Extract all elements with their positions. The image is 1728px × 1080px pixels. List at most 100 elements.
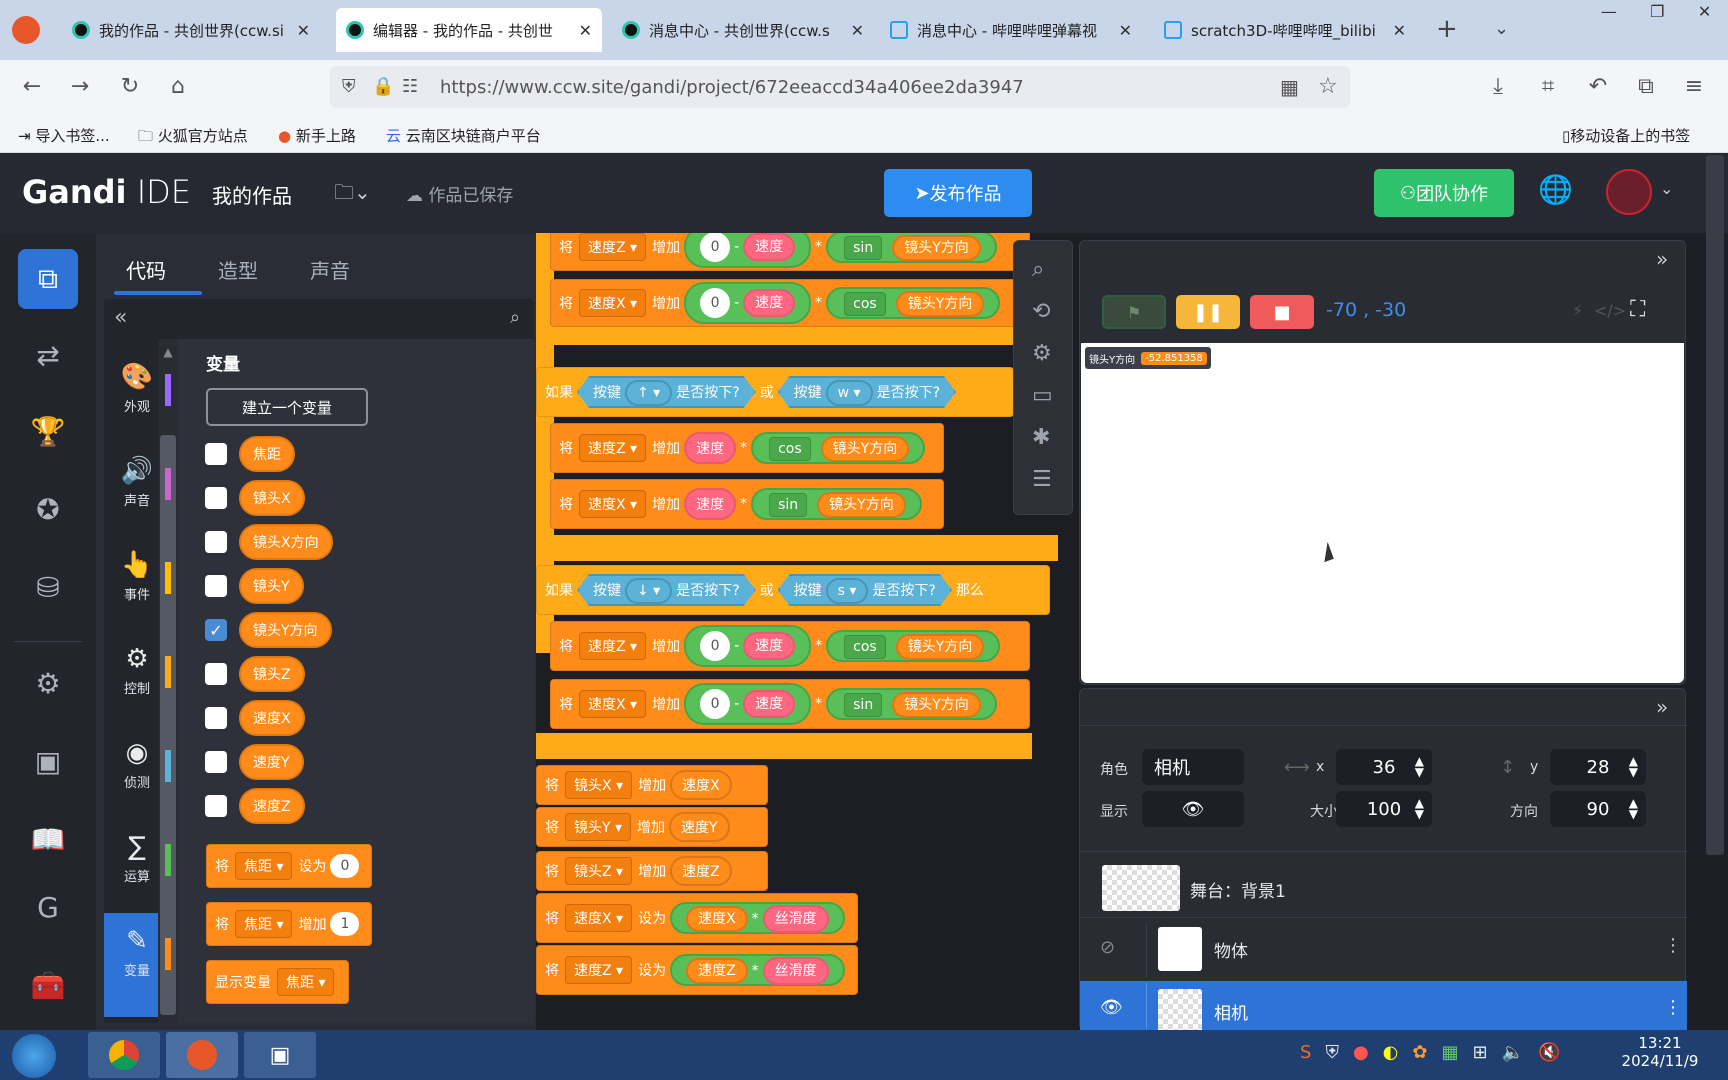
- clock[interactable]: 13:21 2024/11/9: [1612, 1034, 1708, 1070]
- set-speedz-block[interactable]: 将 速度Z ▾ 设为 速度Z * 丝滑度: [536, 945, 858, 995]
- new-tab-icon[interactable]: +: [1436, 14, 1458, 44]
- image-icon[interactable]: ▣: [18, 731, 78, 791]
- tab-close-icon[interactable]: ✕: [1119, 21, 1132, 40]
- document-icon[interactable]: ☰: [1032, 467, 1052, 492]
- variable-monitor-checkbox[interactable]: [205, 531, 227, 553]
- variable-reporter[interactable]: 焦距: [239, 436, 295, 472]
- mobile-bookmarks[interactable]: ▯移动设备上的书签: [1562, 125, 1690, 146]
- extension-icon[interactable]: ⇄: [18, 325, 78, 385]
- back-icon[interactable]: ←: [18, 74, 46, 99]
- variable-reporter[interactable]: 镜头Y: [239, 568, 304, 604]
- sprite-list-item-selected[interactable]: 👁 相机 ⋮: [1080, 981, 1687, 1033]
- change-speedz-block[interactable]: 将 速度Z ▾ 增加 速度 * cos 镜头Y方向: [550, 423, 944, 473]
- palette-show-variable-block[interactable]: 显示变量 焦距 ▾: [206, 960, 350, 1004]
- permissions-icon[interactable]: ☷: [402, 76, 418, 97]
- collapse-palette-icon[interactable]: «: [114, 305, 127, 330]
- key-pressed-condition[interactable]: 按键 w ▾ 是否按下?: [778, 376, 956, 408]
- robot-icon[interactable]: ⚙: [18, 653, 78, 713]
- screenshot-icon[interactable]: ⌗: [1534, 74, 1562, 99]
- variable-reporter[interactable]: 速度X: [670, 770, 732, 800]
- tab-sounds[interactable]: 声音: [310, 255, 350, 284]
- variable-reporter[interactable]: 速度Y: [239, 744, 304, 780]
- avatar[interactable]: [1606, 169, 1652, 215]
- gandi-logo[interactable]: Gandi IDE: [22, 173, 191, 211]
- tab-close-icon[interactable]: ✕: [297, 21, 310, 40]
- home-icon[interactable]: ⌂: [164, 74, 192, 99]
- variable-dropdown[interactable]: 焦距 ▾: [235, 910, 293, 938]
- variable-dropdown[interactable]: 焦距 ▾: [277, 968, 335, 996]
- variable-reporter[interactable]: 镜头X: [239, 480, 305, 516]
- browser-tab[interactable]: scratch3D-哔哩哔哩_bilibi ✕: [1154, 8, 1416, 52]
- toolbox-icon[interactable]: 🧰: [18, 955, 78, 1015]
- change-camx-block[interactable]: 将 镜头X ▾ 增加 速度X: [536, 765, 768, 805]
- variable-reporter[interactable]: 镜头X方向: [239, 524, 333, 560]
- stage-backdrop-thumbnail[interactable]: [1102, 865, 1180, 911]
- stepper-icon[interactable]: ▲ ▼: [1629, 755, 1638, 778]
- key-pressed-condition[interactable]: 按键 s ▾ 是否按下?: [778, 574, 952, 606]
- trig-reporter[interactable]: sin 镜头Y方向: [826, 688, 997, 720]
- x-position-input[interactable]: 36 ▲ ▼: [1336, 749, 1432, 785]
- speed-reporter[interactable]: 速度: [684, 432, 737, 464]
- undo-icon[interactable]: ↶: [1584, 74, 1612, 99]
- change-speedx-block[interactable]: 将 速度X ▾ 增加 0- 速度 * cos 镜头Y方向: [550, 279, 1016, 327]
- value-input[interactable]: 0: [330, 854, 360, 878]
- variable-reporter[interactable]: 镜头Z: [239, 656, 305, 692]
- shield-icon[interactable]: ⛨: [342, 76, 356, 97]
- trig-reporter[interactable]: cos 镜头Y方向: [826, 630, 1001, 662]
- change-speedz-block[interactable]: 将 速度Z ▾ 增加 0- 速度 * sin 镜头Y方向: [550, 233, 1030, 271]
- book-icon[interactable]: 📖: [18, 809, 78, 869]
- variable-monitor-checkbox[interactable]: ✓: [205, 619, 227, 641]
- account-chevron-icon[interactable]: ⌄: [1660, 179, 1673, 198]
- browser-tab[interactable]: 消息中心 - 共创世界(ccw.s ✕: [612, 8, 874, 52]
- category-flow[interactable]: ⚙ 控制: [106, 644, 168, 697]
- tab-close-icon[interactable]: ✕: [579, 21, 592, 40]
- variable-monitor-checkbox[interactable]: [205, 575, 227, 597]
- zoom-search-icon[interactable]: ⌕: [1032, 257, 1044, 282]
- category-math[interactable]: ∑ 运算: [106, 832, 168, 885]
- variable-dropdown[interactable]: 速度X ▾: [565, 904, 633, 932]
- multiply-reporter[interactable]: 速度Z * 丝滑度: [670, 954, 845, 986]
- trig-reporter[interactable]: sin 镜头Y方向: [751, 488, 922, 520]
- variable-dropdown[interactable]: 焦距 ▾: [235, 852, 293, 880]
- variable-reporter[interactable]: 速度Z: [670, 856, 732, 886]
- menu-icon[interactable]: ≡: [1680, 74, 1708, 99]
- more-options-icon[interactable]: ⋮: [1664, 935, 1682, 956]
- y-position-input[interactable]: 28 ▲ ▼: [1550, 749, 1646, 785]
- variable-monitor-checkbox[interactable]: [205, 443, 227, 465]
- url-text[interactable]: https://www.ccw.site/gandi/project/672ee…: [440, 77, 1024, 98]
- tab-code[interactable]: 代码: [126, 255, 166, 284]
- minus-reporter[interactable]: 0- 速度: [684, 233, 812, 268]
- key-dropdown[interactable]: s ▾: [826, 578, 869, 604]
- fullscreen-icon[interactable]: ⛶: [1630, 297, 1645, 322]
- visibility-toggle[interactable]: 👁: [1142, 791, 1244, 827]
- folder-menu-icon[interactable]: 🗀⌄: [334, 178, 371, 212]
- value-input[interactable]: 1: [330, 912, 360, 936]
- tab-close-icon[interactable]: ✕: [851, 21, 864, 40]
- set-speedx-block[interactable]: 将 速度X ▾ 设为 速度X * 丝滑度: [536, 893, 858, 943]
- bookmark-folder[interactable]: 🗀 火狐官方站点: [138, 125, 248, 151]
- minus-reporter[interactable]: 0- 速度: [684, 282, 812, 324]
- search-icon[interactable]: ⌕: [510, 307, 520, 328]
- bookmark-getting-started[interactable]: ● 新手上路: [278, 125, 356, 146]
- variable-monitor-checkbox[interactable]: [205, 487, 227, 509]
- variable-dropdown[interactable]: 速度X ▾: [579, 490, 647, 518]
- sprite-name-input[interactable]: 相机: [1142, 749, 1244, 785]
- pause-button[interactable]: ❚❚: [1176, 295, 1240, 329]
- trig-reporter[interactable]: cos 镜头Y方向: [751, 432, 926, 464]
- change-speedx-block[interactable]: 将 速度X ▾ 增加 0- 速度 * sin 镜头Y方向: [550, 679, 1030, 729]
- extensions-icon[interactable]: ⧉: [1632, 74, 1660, 99]
- trophy-icon[interactable]: 🏆: [18, 401, 78, 461]
- script-workspace[interactable]: 将 速度Z ▾ 增加 0- 速度 * sin 镜头Y方向 将 速度X ▾ 增加 0-…: [536, 233, 1079, 1030]
- database-icon[interactable]: ⛁: [18, 557, 78, 617]
- browser-tab[interactable]: 我的作品 - 共创世界(ccw.si ✕: [62, 8, 320, 52]
- key-dropdown[interactable]: w ▾: [826, 380, 873, 406]
- stepper-icon[interactable]: ▲ ▼: [1415, 797, 1424, 820]
- trig-reporter[interactable]: sin 镜头Y方向: [826, 233, 997, 263]
- network-icon[interactable]: ⊞: [1472, 1042, 1487, 1063]
- minus-reporter[interactable]: 0- 速度: [684, 625, 812, 667]
- tab-costumes[interactable]: 造型: [218, 255, 258, 284]
- collapse-stage-icon[interactable]: »: [1656, 247, 1668, 271]
- variable-monitor[interactable]: 镜头Y方向 -52.851358: [1085, 347, 1211, 369]
- variable-monitor-checkbox[interactable]: [205, 663, 227, 685]
- category-speaker[interactable]: 🔊 声音: [106, 456, 168, 509]
